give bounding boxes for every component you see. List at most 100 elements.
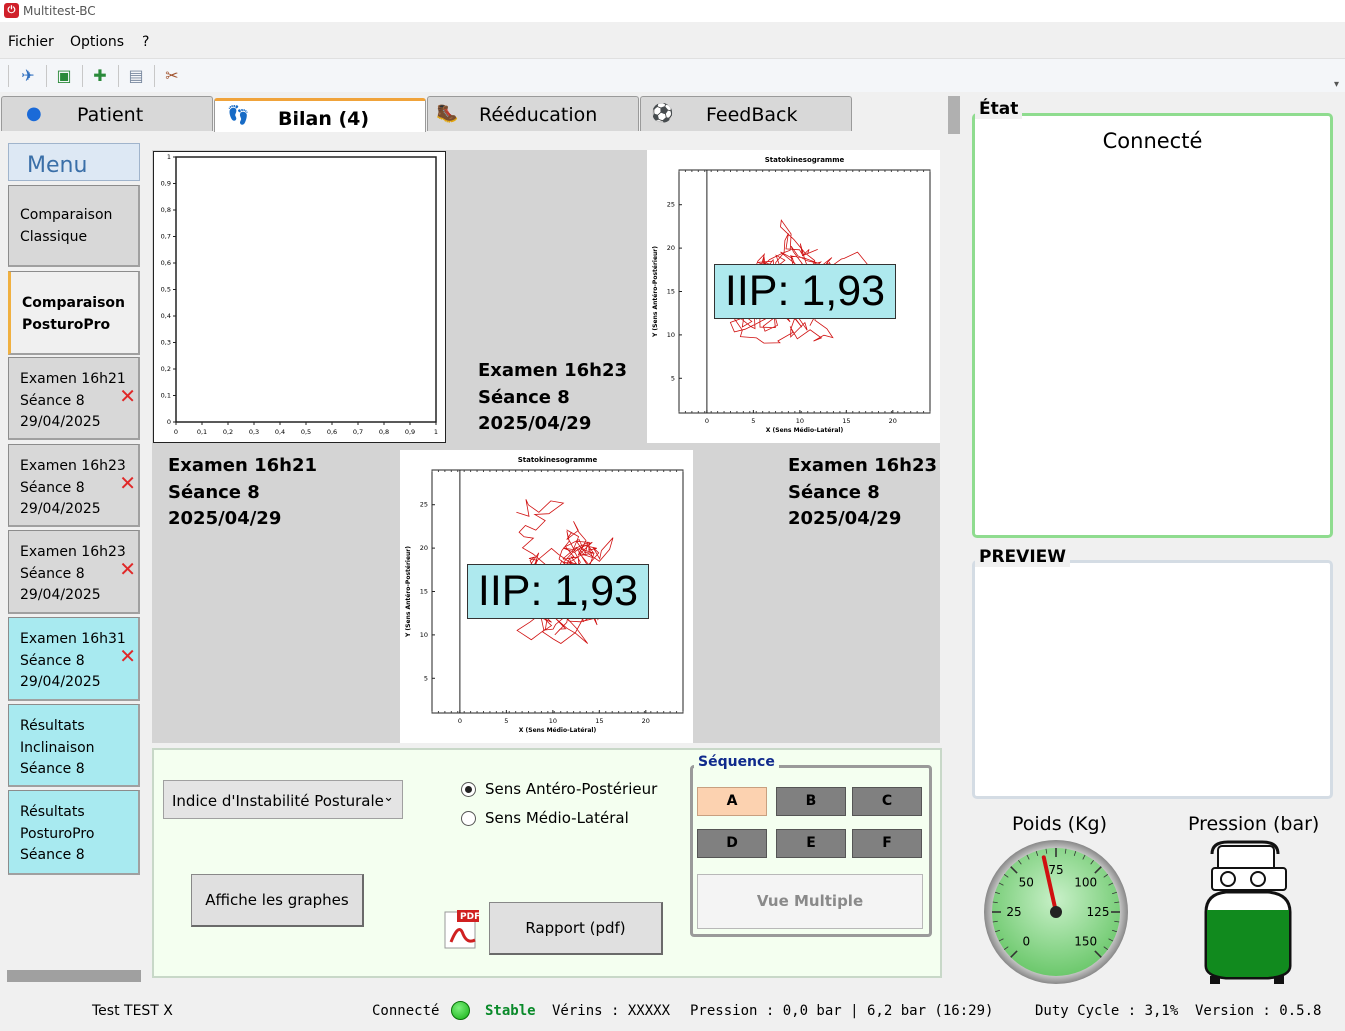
radio-ml-circle[interactable]	[461, 811, 476, 826]
y-axis-label: Y (Sens Antéro-Postérieur)	[652, 246, 659, 338]
gauge-label: 50	[1019, 875, 1034, 889]
sidebar-item-examen-2[interactable]: Examen 16h23 Séance 8 29/04/2025 ✕	[8, 444, 140, 527]
exam-label-bottom-right: Examen 16h23 Séance 8 2025/04/29	[788, 453, 937, 533]
sidebar-item-label: PosturoPro	[20, 825, 95, 842]
x-axis-label: X (Sens Médio-Latéral)	[519, 727, 597, 734]
iip-value-bottom: IIP: 1,93	[467, 564, 649, 619]
menu-help[interactable]: ?	[142, 34, 149, 50]
status-verins: Vérins : XXXXX	[552, 1003, 671, 1019]
x-tick-label: 0,3	[249, 428, 259, 436]
tools-icon[interactable]: ✂	[160, 64, 184, 88]
sequence-button-b[interactable]: B	[776, 787, 846, 816]
indicator-select[interactable]: Indice d'Instabilité Posturale ⌄	[163, 780, 403, 819]
x-tick-label: 5	[751, 417, 755, 425]
x-tick-label: 0,6	[327, 428, 337, 436]
x-tick-label: 15	[842, 417, 850, 425]
y-tick-label: 10	[420, 631, 428, 639]
menu-bar: Fichier Options ?	[0, 30, 1345, 54]
delete-icon[interactable]: ✕	[119, 558, 136, 581]
sidebar-item-examen-3[interactable]: Examen 16h23 Séance 8 29/04/2025 ✕	[8, 530, 140, 614]
pdf-icon[interactable]: PDF	[439, 908, 481, 950]
show-graphs-button[interactable]: Affiche les graphes	[191, 874, 364, 927]
sidebar-item-comparaison-posturopro[interactable]: Comparaison PosturoPro	[8, 271, 140, 355]
y-tick-label: 5	[671, 374, 675, 382]
report-pdf-button[interactable]: Rapport (pdf)	[489, 902, 663, 955]
iip-value-top: IIP: 1,93	[714, 264, 896, 319]
tab-bilan-label: Bilan (4)	[278, 108, 370, 130]
gauge-label: 75	[1048, 863, 1063, 877]
exam-label-line: 2025/04/29	[788, 508, 902, 529]
sidebar-item-resultats-posturopro[interactable]: Résultats PosturoPro Séance 8	[8, 790, 140, 875]
exam-label-top: Examen 16h23 Séance 8 2025/04/29	[478, 358, 627, 438]
sequence-button-e[interactable]: E	[776, 829, 846, 858]
exam-label-line: Examen 16h23	[788, 455, 938, 476]
etat-group: Connecté	[972, 113, 1333, 538]
y-tick-label: 25	[420, 501, 428, 509]
radio-medio-lateral[interactable]: Sens Médio-Latéral	[461, 809, 671, 829]
current-patient: Test TEST X	[92, 1003, 173, 1019]
exam-label-bottom-left: Examen 16h21 Séance 8 2025/04/29	[168, 453, 317, 533]
reset-icon[interactable]: ✈	[16, 64, 40, 88]
sidebar-item-label: Classique	[20, 228, 88, 245]
sequence-title: Séquence	[694, 754, 779, 770]
tab-bilan[interactable]: 👣 Bilan (4)	[214, 98, 426, 132]
compressor-icon	[1198, 838, 1294, 986]
chevron-down-icon: ⌄	[383, 790, 394, 805]
gauge-label: 25	[1006, 905, 1021, 919]
y-tick-label: 0,4	[161, 312, 171, 320]
radio-ml-label: Sens Médio-Latéral	[485, 809, 629, 827]
menu-fichier[interactable]: Fichier	[8, 34, 54, 50]
menu-options[interactable]: Options	[70, 34, 124, 50]
exam-label-line: 2025/04/29	[168, 508, 282, 529]
tab-reeducation[interactable]: 🥾 Rééducation	[427, 96, 639, 131]
x-tick-label: 0,2	[223, 428, 233, 436]
radio-ap-circle[interactable]	[461, 782, 476, 797]
exam-label-line: 2025/04/29	[478, 413, 592, 434]
gauge-label: 150	[1074, 935, 1097, 949]
y-tick-label: 0,9	[161, 180, 171, 188]
x-tick-label: 0,5	[301, 428, 311, 436]
sequence-button-d[interactable]: D	[697, 829, 767, 858]
exam-label-line: Séance 8	[788, 481, 880, 503]
status-connected: Connecté	[372, 1003, 440, 1019]
status-duty-cycle: Duty Cycle : 3,1%	[1035, 1003, 1179, 1019]
sidebar-item-label: Séance 8	[20, 761, 85, 777]
delete-icon[interactable]: ✕	[119, 645, 136, 668]
indicator-select-value: Indice d'Instabilité Posturale	[172, 792, 384, 810]
preview-group	[972, 560, 1333, 799]
x-tick-label: 0,9	[405, 428, 415, 436]
multi-view-button[interactable]: Vue Multiple	[697, 874, 923, 929]
app-icon: ⏻	[4, 3, 19, 18]
x-tick-label: 5	[504, 717, 508, 725]
preview-title: PREVIEW	[975, 547, 1071, 567]
sidebar-item-label: PosturoPro	[22, 316, 111, 333]
y-tick-label: 0,2	[161, 365, 171, 373]
svg-text:PDF: PDF	[460, 912, 480, 922]
sequence-button-f[interactable]: F	[852, 829, 922, 858]
gauge-label: 100	[1074, 875, 1097, 889]
sidebar-item-examen-4[interactable]: Examen 16h31 Séance 8 29/04/2025 ✕	[8, 617, 140, 701]
delete-icon[interactable]: ✕	[119, 385, 136, 408]
empty-plot-svg: 0 0,1 0,2 0,3 0,4 0,5 0,6 0,7 0,8 0,9 1 1 0,9 0,8 0,7 0…	[161, 153, 438, 436]
x-tick-label: 20	[889, 417, 897, 425]
weight-gauge: 0 25 50 75 100 125 150	[982, 838, 1130, 986]
sidebar-scrollbar[interactable]	[7, 970, 141, 982]
sidebar-item-comparaison-classique[interactable]: Comparaison Classique	[8, 185, 140, 267]
sidebar-item-examen-1[interactable]: Examen 16h21 Séance 8 29/04/2025 ✕	[8, 357, 140, 440]
delete-icon[interactable]: ✕	[119, 472, 136, 495]
toolbar-overflow-icon[interactable]: ▾	[1334, 79, 1339, 90]
open-folder-icon[interactable]: ▤	[124, 64, 148, 88]
radio-antero-posterieur[interactable]: Sens Antéro-Postérieur	[461, 780, 671, 800]
import-icon[interactable]: ▣	[52, 64, 76, 88]
add-patient-icon[interactable]: ✚	[88, 64, 112, 88]
sequence-button-c[interactable]: C	[852, 787, 922, 816]
tab-patient[interactable]: ● Patient	[1, 96, 213, 131]
sidebar-item-resultats-inclinaison[interactable]: Résultats Inclinaison Séance 8	[8, 704, 140, 787]
x-tick-label: 0	[705, 417, 709, 425]
empty-plot: 0 0,1 0,2 0,3 0,4 0,5 0,6 0,7 0,8 0,9 1 1 0,9 0,8 0,7 0…	[153, 151, 446, 443]
sequence-button-a[interactable]: A	[697, 787, 767, 816]
connection-state: Connecté	[1102, 129, 1203, 153]
tab-feedback[interactable]: ⚽ FeedBack	[640, 96, 852, 131]
y-tick-label: 10	[667, 331, 675, 339]
sidebar-item-label: 29/04/2025	[20, 414, 101, 430]
